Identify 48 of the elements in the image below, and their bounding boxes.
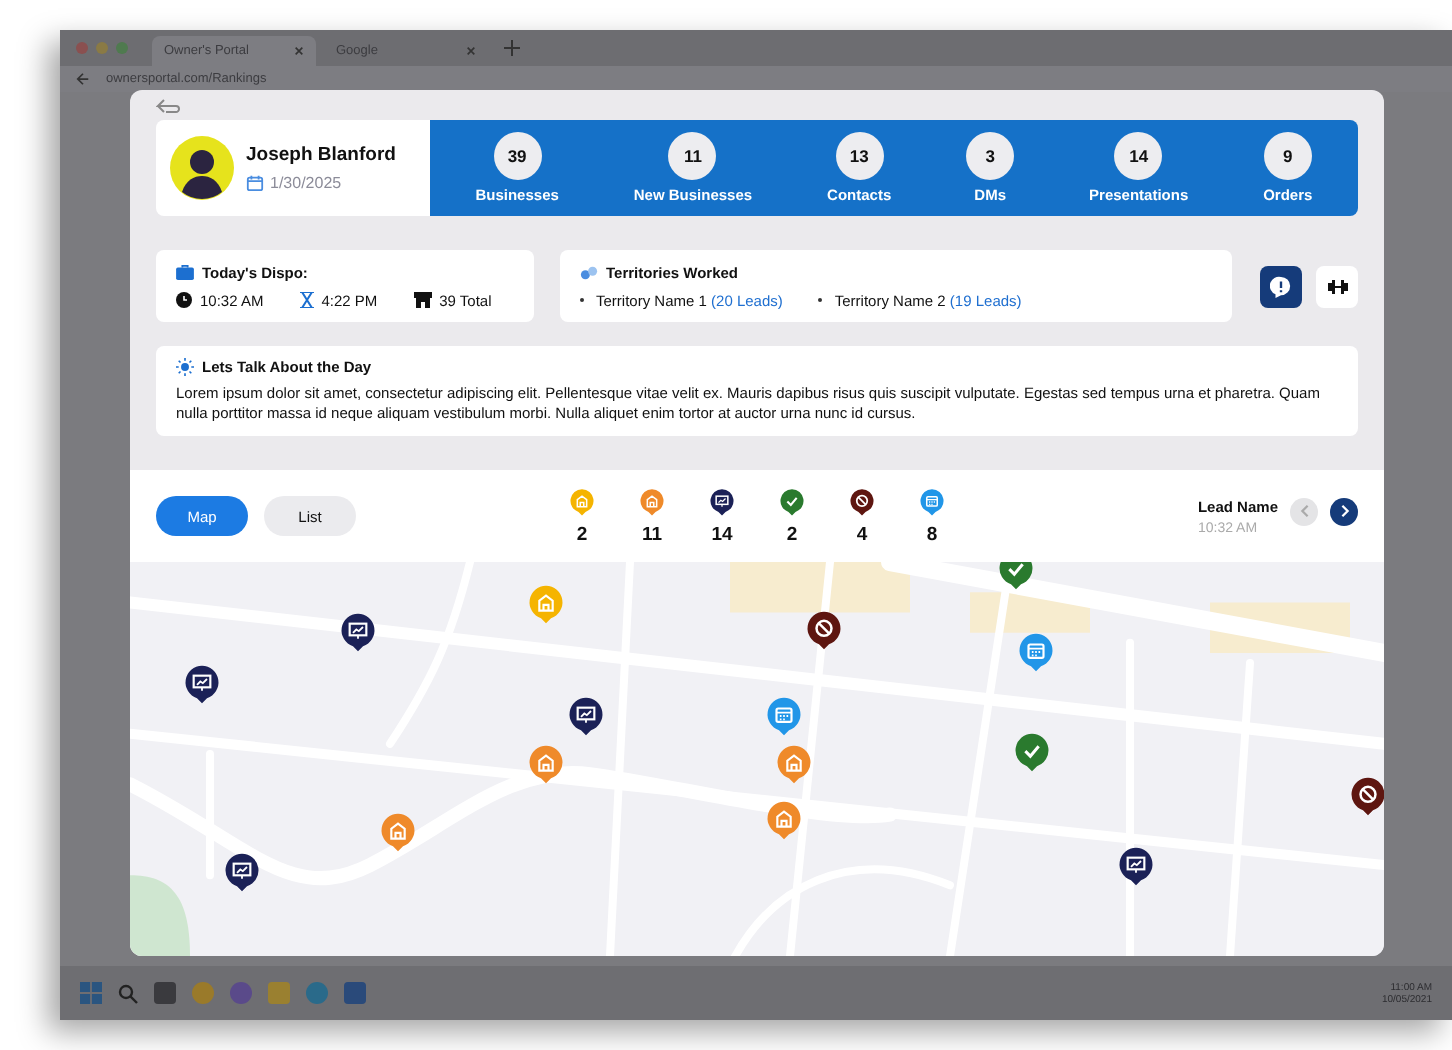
legend-pin-icon[interactable] bbox=[708, 487, 736, 515]
store-icon bbox=[413, 292, 432, 308]
map-pin-icon[interactable] bbox=[804, 610, 844, 650]
legend-pin-icon[interactable] bbox=[848, 487, 876, 515]
avatar-icon bbox=[170, 136, 234, 200]
stat-count: 14 bbox=[1114, 132, 1163, 180]
legend-count: 2 bbox=[786, 523, 798, 545]
close-dot[interactable] bbox=[76, 42, 88, 54]
map-pin-icon[interactable] bbox=[182, 664, 222, 704]
legend-count: 8 bbox=[926, 523, 938, 545]
map-pin-icon[interactable] bbox=[338, 612, 378, 652]
alert-button[interactable] bbox=[1260, 265, 1302, 307]
search-icon[interactable] bbox=[118, 983, 138, 1003]
new-tab-icon[interactable] bbox=[504, 40, 520, 56]
back-arrow-icon[interactable] bbox=[76, 72, 90, 86]
map-pin-icon[interactable] bbox=[1348, 776, 1384, 816]
next-button[interactable] bbox=[1330, 497, 1358, 525]
map-pin-icon[interactable] bbox=[222, 852, 262, 892]
zoom-dot[interactable] bbox=[116, 42, 128, 54]
profile-name: Joseph Blanford bbox=[246, 144, 396, 166]
map-pin-icon[interactable] bbox=[1116, 846, 1156, 886]
briefcase-icon bbox=[176, 264, 194, 280]
calendar-icon bbox=[246, 174, 264, 192]
sun-icon bbox=[176, 358, 194, 376]
stat-count: 3 bbox=[966, 132, 1015, 180]
app-icon[interactable] bbox=[154, 982, 176, 1004]
legend-count: 14 bbox=[711, 523, 733, 545]
profile-date: 1/30/2025 bbox=[270, 174, 342, 192]
stat-count: 39 bbox=[493, 132, 542, 180]
map-pin-icon[interactable] bbox=[566, 696, 606, 736]
minimize-dot[interactable] bbox=[96, 42, 108, 54]
back-icon[interactable] bbox=[156, 98, 180, 116]
stat-count: 13 bbox=[835, 132, 884, 180]
dumbbell-icon bbox=[1325, 279, 1349, 293]
dumbbell-button[interactable] bbox=[1316, 265, 1358, 307]
park-area bbox=[130, 875, 190, 956]
stat-count: 9 bbox=[1263, 132, 1312, 180]
close-icon[interactable] bbox=[294, 46, 304, 56]
chevron-left-icon bbox=[1297, 504, 1311, 518]
legend-count: 2 bbox=[576, 523, 588, 545]
chevron-right-icon bbox=[1337, 504, 1351, 518]
hourglass-icon bbox=[299, 292, 314, 308]
alert-bubble-icon bbox=[1270, 275, 1292, 297]
close-icon[interactable] bbox=[466, 46, 476, 56]
stat-count: 11 bbox=[668, 132, 717, 180]
legend-count: 4 bbox=[856, 523, 868, 545]
clock-icon bbox=[176, 292, 192, 308]
legend-count: 11 bbox=[641, 523, 663, 545]
